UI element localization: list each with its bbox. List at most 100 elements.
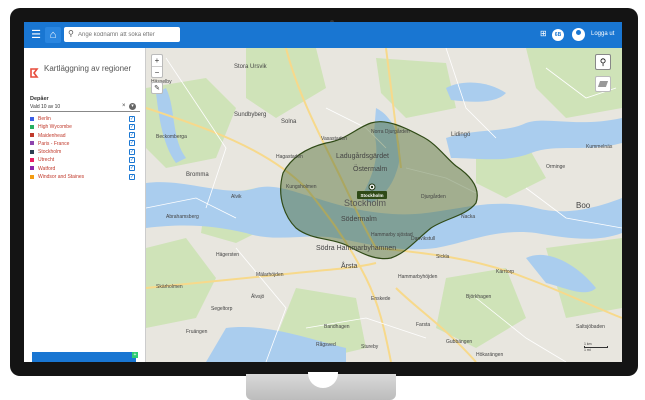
map-label: Solna xyxy=(281,119,297,125)
map-label: Norra Djurgården xyxy=(371,128,410,135)
map-label: Årsta xyxy=(341,261,357,270)
map-label: Abrahamsberg xyxy=(166,214,199,220)
depot-list-item[interactable]: Paris - France ✓ xyxy=(30,140,142,148)
map-scale: 1 km 1 mi xyxy=(584,342,608,352)
sidebar-action-button[interactable] xyxy=(32,352,136,362)
depot-checkbox[interactable]: ✓ xyxy=(129,148,135,155)
map-label: Djurgården xyxy=(421,193,446,200)
map-label: Mälarhöjden xyxy=(256,272,284,278)
depot-filter-count[interactable]: Vald 10 av 10 xyxy=(30,104,60,110)
depot-checkbox[interactable]: ✓ xyxy=(129,156,135,163)
map-label: Vasastaden xyxy=(321,136,347,142)
layers-icon[interactable] xyxy=(595,76,611,92)
depot-checkbox[interactable]: ✓ xyxy=(129,173,135,180)
depot-list-item[interactable]: Utrecht ✓ xyxy=(30,156,142,164)
app-screen: ☰ ⌂ ⚲ ⊞ 6B Logga ut Kartläggning av regi… xyxy=(24,22,622,362)
add-icon[interactable]: + xyxy=(132,352,138,358)
app-logo-icon xyxy=(30,68,39,78)
depot-list: Berlin ✓ High Wycombe ✓ Maidenhead ✓ Paris - F… xyxy=(30,115,142,181)
chevron-down-icon[interactable]: ▾ xyxy=(129,103,136,110)
map-label: Kummelnäs xyxy=(586,144,613,150)
map-label: Björkhagen xyxy=(466,294,492,300)
divider xyxy=(30,111,140,112)
map-label: Boo xyxy=(576,201,591,210)
depot-checkbox[interactable]: ✓ xyxy=(129,165,135,172)
map-label: Fruängen xyxy=(186,329,208,335)
depot-name: High Wycombe xyxy=(38,124,72,131)
user-avatar[interactable] xyxy=(572,28,585,41)
depot-name: Stockholm xyxy=(38,149,62,156)
depot-color-swatch xyxy=(30,174,34,179)
depot-list-item[interactable]: Windsor and Staines ✓ xyxy=(30,173,142,181)
map-label: Sickla xyxy=(436,254,450,260)
map-label: Alvik xyxy=(231,194,242,200)
search-box[interactable]: ⚲ xyxy=(64,27,180,42)
depot-color-swatch xyxy=(30,124,34,129)
map-label: Östermalm xyxy=(353,165,387,173)
depot-list-item[interactable]: Maidenhead ✓ xyxy=(30,132,142,140)
map-canvas[interactable]: Stora Ursvik Sundbyberg Solna Ladugårdsg… xyxy=(146,48,622,362)
depot-checkbox[interactable]: ✓ xyxy=(129,115,135,122)
map-label: Stockholm xyxy=(344,198,386,208)
top-bar: ☰ ⌂ ⚲ ⊞ 6B Logga ut xyxy=(24,22,622,48)
map-label: Ladugårdsgärdet xyxy=(336,152,389,160)
zoom-in-button[interactable]: + xyxy=(152,55,162,66)
map-label: Hammarbyhöjden xyxy=(398,274,438,280)
sidebar-title: Kartläggning av regioner xyxy=(44,64,132,73)
map-label: Beckomberga xyxy=(156,134,187,140)
depot-checkbox[interactable]: ✓ xyxy=(129,140,135,147)
marker-label: Stockholm xyxy=(360,193,383,198)
map-label: Södra Hammarbyhamnen xyxy=(316,245,396,252)
menu-icon[interactable]: ☰ xyxy=(28,27,44,43)
logout-link[interactable]: Logga ut xyxy=(591,31,614,37)
depot-color-swatch xyxy=(30,149,34,154)
map-label: Bandhagen xyxy=(324,324,350,330)
depot-name: Berlin xyxy=(38,116,51,122)
clear-filter-icon[interactable]: × xyxy=(122,103,126,109)
depot-list-item[interactable]: Stockholm ✓ xyxy=(30,148,142,156)
depot-list-item[interactable]: Watford ✓ xyxy=(30,165,142,173)
depot-name: Utrecht xyxy=(38,157,55,164)
map-label: Saltsjöbaden xyxy=(576,324,605,330)
map-view[interactable]: Stora Ursvik Sundbyberg Solna Ladugårdsg… xyxy=(146,48,622,362)
depot-name: Windsor and Staines xyxy=(38,174,85,181)
apps-grid-icon[interactable]: ⊞ xyxy=(540,29,547,38)
depot-list-item[interactable]: Berlin ✓ xyxy=(30,115,142,123)
zoom-out-button[interactable]: − xyxy=(152,66,162,77)
sidebar: Kartläggning av regioner Depåer Vald 10 … xyxy=(24,48,146,362)
depot-checkbox[interactable]: ✓ xyxy=(129,132,135,139)
home-icon[interactable]: ⌂ xyxy=(45,27,61,43)
zoom-control: + − xyxy=(151,54,163,78)
map-label: Lidingö xyxy=(451,132,471,138)
depot-name: Maidenhead xyxy=(38,132,66,139)
map-label: Orminge xyxy=(546,164,565,170)
scale-label-mi: 1 mi xyxy=(584,348,591,352)
depot-color-swatch xyxy=(30,116,34,121)
map-label: Hökarängen xyxy=(476,352,503,358)
depot-checkbox[interactable]: ✓ xyxy=(129,123,135,130)
map-label: Farsta xyxy=(416,322,430,328)
map-label: Stora Ursvik xyxy=(234,64,268,70)
depot-color-swatch xyxy=(30,157,34,162)
depot-color-swatch xyxy=(30,133,34,138)
map-label: Sundbyberg xyxy=(234,112,266,118)
map-search-icon[interactable]: ⚲ xyxy=(595,54,611,70)
map-label: Enskede xyxy=(371,296,391,302)
search-icon: ⚲ xyxy=(68,29,74,38)
map-label: Hammarby sjöstad xyxy=(371,232,413,238)
draw-tool-icon[interactable]: ✎ xyxy=(151,82,163,94)
search-input[interactable] xyxy=(78,29,176,40)
map-label: Gubbängen xyxy=(446,339,472,345)
map-label: Bromma xyxy=(186,172,209,178)
map-label: Hagastaden xyxy=(276,154,303,160)
depot-name: Paris - France xyxy=(38,140,70,147)
map-label: Kärrtorp xyxy=(496,269,514,275)
map-label: Danvikstull xyxy=(411,236,435,242)
map-label: Södermalm xyxy=(341,216,377,223)
notification-badge[interactable]: 6B xyxy=(552,29,564,41)
map-label: Rågsved xyxy=(316,341,336,348)
depot-list-item[interactable]: High Wycombe ✓ xyxy=(30,123,142,131)
map-label: Stureby xyxy=(361,344,379,350)
depot-color-swatch xyxy=(30,141,34,146)
depot-color-swatch xyxy=(30,166,34,171)
